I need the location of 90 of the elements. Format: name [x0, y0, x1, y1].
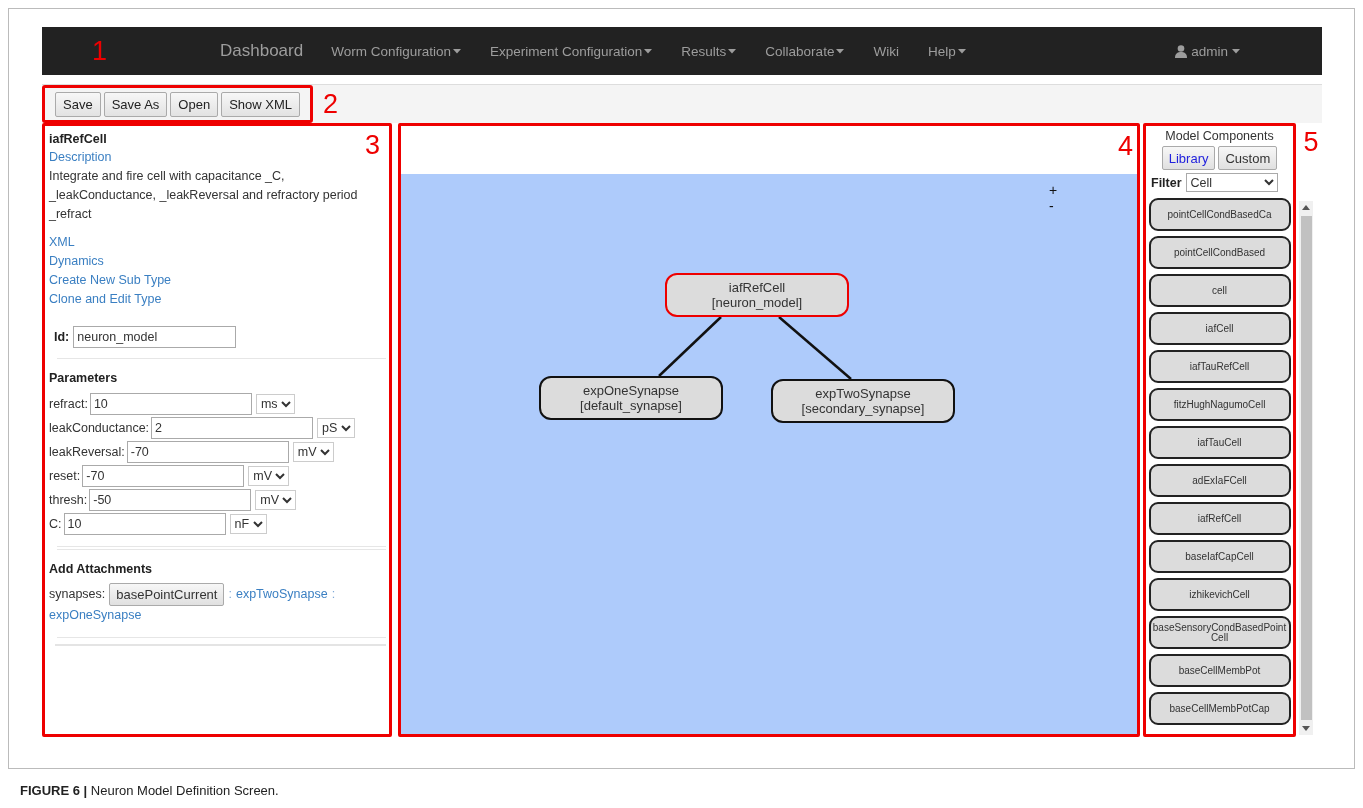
user-menu[interactable]: admin: [1175, 43, 1240, 59]
figure-caption: FIGURE 6 | Neuron Model Definition Screen.: [20, 783, 280, 798]
scroll-arrow-icon[interactable]: [1302, 726, 1310, 731]
caret-icon: [644, 48, 653, 54]
nav-menu[interactable]: Results: [681, 43, 737, 59]
zoom-in-button[interactable]: +: [1049, 182, 1058, 198]
parameter-label: leakConductance:: [49, 419, 150, 437]
parameter-label: thresh:: [49, 491, 88, 509]
component-item[interactable]: baseSensoryCondBasedPointCell: [1148, 616, 1291, 649]
model-node[interactable]: iafRefCell [neuron_model]: [665, 273, 849, 317]
component-item[interactable]: baseIafCapCell: [1148, 540, 1291, 573]
separator-text: :: [331, 586, 336, 603]
component-item[interactable]: izhikevichCell: [1148, 578, 1291, 611]
component-item[interactable]: fitzHughNagumoCell: [1148, 388, 1291, 421]
description-text: Integrate and fire cell with capacitance _C, _leakConductance, _leakReversal and refractory period _refract: [49, 168, 359, 223]
parameter-label: leakReversal:: [49, 443, 125, 461]
attachment-label: synapses:: [49, 586, 106, 603]
annotation-number: 1: [92, 35, 109, 67]
component-item[interactable]: iafRefCell: [1148, 502, 1291, 535]
tab[interactable]: Custom: [1218, 146, 1278, 170]
parameter-field[interactable]: -50: [89, 489, 252, 511]
parameter-field[interactable]: 10: [89, 393, 252, 415]
nav-menu[interactable]: Experiment Configuration: [490, 43, 653, 59]
scrollbar[interactable]: [1299, 201, 1313, 735]
filter-dropdown[interactable]: Cell: [1185, 173, 1278, 192]
synapse-link[interactable]: expTwoSynapse: [235, 585, 328, 604]
unit-dropdown[interactable]: mV: [248, 466, 290, 486]
unit-dropdown[interactable]: pS: [317, 418, 356, 438]
action-link[interactable]: Create New Sub Type: [49, 271, 172, 290]
section-heading: Parameters: [49, 370, 119, 387]
component-item[interactable]: iafTauCell: [1148, 426, 1291, 459]
parameter-label: refract:: [49, 395, 88, 413]
component-item[interactable]: iafCell: [1148, 312, 1291, 345]
nav-menu[interactable]: Wiki: [873, 43, 899, 59]
parameter-field[interactable]: -70: [82, 465, 245, 487]
parameter-field[interactable]: 2: [151, 417, 314, 439]
unit-dropdown[interactable]: ms: [255, 394, 295, 414]
scroll-arrow-icon[interactable]: [1302, 205, 1310, 210]
connector-line: [658, 316, 722, 377]
unit-dropdown[interactable]: mV: [255, 490, 297, 510]
nav-menu[interactable]: Worm Configuration: [331, 43, 461, 59]
toolbar-button[interactable]: Open: [170, 92, 219, 117]
parameter-label: reset:: [49, 467, 81, 485]
component-item[interactable]: iafTauRefCell: [1148, 350, 1291, 383]
filter-label: Filter: [1151, 175, 1182, 190]
section-heading: Add Attachments: [49, 561, 153, 578]
toolbar-button[interactable]: Show XML: [221, 92, 301, 117]
parameter-field[interactable]: -70: [126, 441, 289, 463]
parameter-field[interactable]: 10: [63, 513, 226, 535]
zoom-out-button[interactable]: -: [1049, 198, 1058, 214]
component-title: iafRefCell: [49, 131, 107, 148]
caret-icon: [453, 48, 461, 54]
component-item[interactable]: adExIaFCell: [1148, 464, 1291, 497]
scrollbar-thumb[interactable]: [1300, 216, 1312, 720]
nav-menu[interactable]: Collaborate: [765, 43, 845, 59]
description-link[interactable]: Description: [49, 148, 112, 167]
synapse-link[interactable]: expOneSynapse: [49, 606, 142, 625]
action-link[interactable]: XML: [49, 233, 75, 252]
toolbar-button[interactable]: Save: [55, 92, 101, 117]
caret-icon: [836, 48, 845, 54]
separator-text: :: [228, 586, 232, 603]
nav-menu[interactable]: Help: [927, 43, 966, 59]
diagram-canvas[interactable]: + - iafRefCell [neuron_model] expOneSynapse [default_synapse] expTwoSynapse [secondary_synapse]: [401, 174, 1137, 734]
id-label: Id:: [54, 328, 70, 346]
brand-link[interactable]: Dashboard: [220, 41, 304, 61]
caret-icon: [957, 48, 966, 54]
annotation-number: 3: [364, 130, 380, 160]
action-link[interactable]: Dynamics: [49, 252, 104, 271]
component-item[interactable]: pointCellCondBasedCa: [1148, 198, 1291, 231]
user-icon: [1175, 44, 1188, 58]
panel-title: Model Components: [1165, 129, 1274, 143]
parameter-label: C:: [49, 515, 62, 533]
tab[interactable]: Library: [1161, 146, 1216, 170]
annotation-number: 4: [1117, 130, 1133, 163]
unit-dropdown[interactable]: nF: [229, 514, 267, 534]
annotation-number: 5: [1303, 126, 1319, 159]
component-item[interactable]: pointCellCondBased: [1148, 236, 1291, 269]
caret-icon: [1232, 48, 1240, 54]
attachment-button[interactable]: basePointCurrent: [109, 583, 225, 606]
action-link[interactable]: Clone and Edit Type: [49, 290, 162, 309]
toolbar-button[interactable]: Save As: [103, 92, 168, 117]
model-node[interactable]: expOneSynapse [default_synapse]: [539, 376, 723, 420]
component-item[interactable]: baseCellMembPot: [1148, 654, 1291, 687]
component-item[interactable]: baseCellMembPotCap: [1148, 692, 1291, 725]
component-item[interactable]: cell: [1148, 274, 1291, 307]
id-field[interactable]: neuron_model: [73, 326, 237, 348]
annotation-number: 2: [323, 88, 339, 120]
model-node[interactable]: expTwoSynapse [secondary_synapse]: [771, 379, 955, 423]
unit-dropdown[interactable]: mV: [292, 442, 334, 462]
caret-icon: [728, 48, 737, 54]
